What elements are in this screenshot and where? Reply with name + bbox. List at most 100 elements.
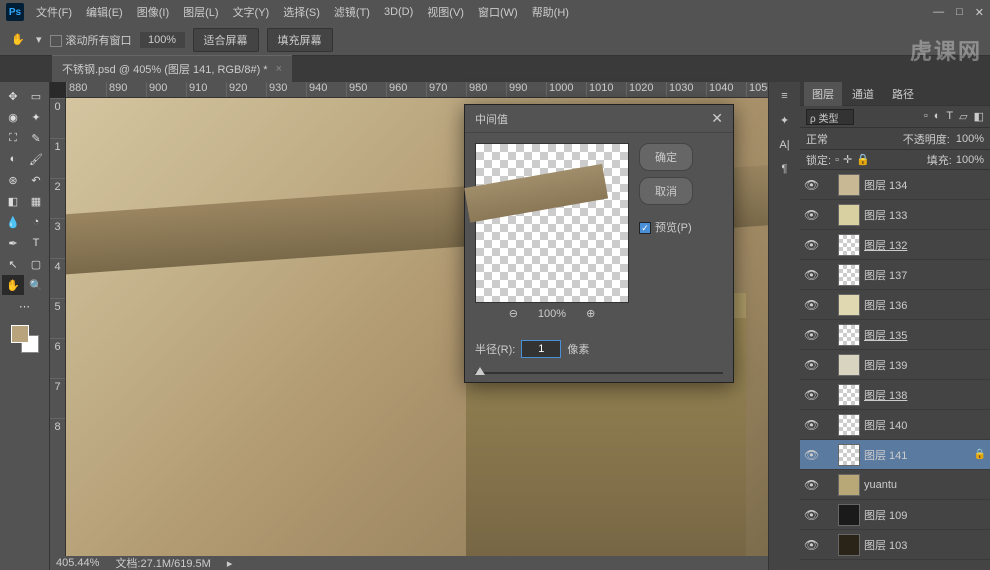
history-icon[interactable]: ≡: [781, 90, 787, 102]
document-tab[interactable]: 不锈钢.psd @ 405% (图层 141, RGB/8#) * ×: [52, 55, 292, 82]
menu-file[interactable]: 文件(F): [30, 2, 78, 22]
tab-close-icon[interactable]: ×: [276, 63, 282, 75]
move-tool[interactable]: ✥: [2, 86, 24, 106]
pen-tool[interactable]: ✒: [2, 233, 24, 253]
menu-3d[interactable]: 3D(D): [378, 4, 419, 20]
menu-select[interactable]: 选择(S): [277, 2, 326, 22]
stamp-tool[interactable]: ⊛: [2, 170, 24, 190]
layer-row[interactable]: 👁图层 141🔒: [800, 440, 990, 470]
visibility-icon[interactable]: 👁: [804, 418, 818, 432]
visibility-icon[interactable]: 👁: [804, 328, 818, 342]
visibility-icon[interactable]: 👁: [804, 358, 818, 372]
filter-type-icon[interactable]: T: [946, 110, 953, 123]
lock-pixels-icon[interactable]: ▫: [835, 154, 839, 166]
visibility-icon[interactable]: 👁: [804, 538, 818, 552]
close-icon[interactable]: ✕: [975, 6, 984, 19]
filter-adjust-icon[interactable]: ◐: [934, 110, 941, 123]
path-tool[interactable]: ↖: [2, 254, 24, 274]
crop-tool[interactable]: ⛶: [2, 128, 24, 148]
layer-row[interactable]: 👁图层 109: [800, 500, 990, 530]
fill-value[interactable]: 100%: [956, 154, 984, 166]
history-brush-tool[interactable]: ↶: [25, 170, 47, 190]
tab-channels[interactable]: 通道: [844, 82, 882, 106]
filter-shape-icon[interactable]: ▱: [959, 110, 967, 123]
dialog-preview[interactable]: [475, 143, 629, 303]
scroll-all-checkbox[interactable]: 滚动所有窗口: [50, 32, 132, 48]
paragraph-icon[interactable]: ¶: [782, 163, 788, 175]
ok-button[interactable]: 确定: [639, 143, 693, 171]
zoom-in-icon[interactable]: ⊕: [586, 307, 595, 320]
marquee-tool[interactable]: ▭: [25, 86, 47, 106]
cancel-button[interactable]: 取消: [639, 177, 693, 205]
menu-window[interactable]: 窗口(W): [472, 2, 524, 22]
color-swatch[interactable]: [11, 325, 39, 353]
menu-image[interactable]: 图像(I): [131, 2, 175, 22]
menu-help[interactable]: 帮助(H): [526, 2, 575, 22]
layer-row[interactable]: 👁yuantu: [800, 470, 990, 500]
layer-row[interactable]: 👁图层 137: [800, 260, 990, 290]
blend-mode-select[interactable]: 正常: [806, 131, 828, 147]
glyph-icon[interactable]: ✦: [780, 114, 789, 127]
layer-row[interactable]: 👁图层 134: [800, 170, 990, 200]
menu-type[interactable]: 文字(Y): [227, 2, 276, 22]
blur-tool[interactable]: 💧: [2, 212, 24, 232]
preview-checkbox[interactable]: ✓预览(P): [639, 219, 693, 235]
layer-row[interactable]: 👁图层 132: [800, 230, 990, 260]
eraser-tool[interactable]: ◧: [2, 191, 24, 211]
layer-row[interactable]: 👁图层 140: [800, 410, 990, 440]
visibility-icon[interactable]: 👁: [804, 508, 818, 522]
visibility-icon[interactable]: 👁: [804, 238, 818, 252]
chevron-down-icon[interactable]: ▾: [36, 33, 42, 46]
menu-layer[interactable]: 图层(L): [177, 2, 224, 22]
visibility-icon[interactable]: 👁: [804, 268, 818, 282]
visibility-icon[interactable]: 👁: [804, 178, 818, 192]
radius-input[interactable]: [521, 340, 561, 358]
radius-slider[interactable]: [465, 364, 733, 382]
zoom-tool[interactable]: 🔍: [25, 275, 47, 295]
zoom-out-icon[interactable]: ⊖: [509, 307, 518, 320]
layer-row[interactable]: 👁图层 136: [800, 290, 990, 320]
layer-row[interactable]: 👁图层 138: [800, 380, 990, 410]
heal-tool[interactable]: ◐: [2, 149, 24, 169]
fill-screen-button[interactable]: 填充屏幕: [267, 28, 333, 52]
fit-screen-button[interactable]: 适合屏幕: [193, 28, 259, 52]
dialog-close-icon[interactable]: ✕: [711, 110, 723, 127]
layer-row[interactable]: 👁图层 133: [800, 200, 990, 230]
status-zoom[interactable]: 405.44%: [56, 557, 99, 569]
lock-all-icon[interactable]: 🔒: [856, 153, 870, 166]
layer-row[interactable]: 👁图层 139: [800, 350, 990, 380]
layer-row[interactable]: 👁图层 135: [800, 320, 990, 350]
opacity-value[interactable]: 100%: [956, 133, 984, 145]
visibility-icon[interactable]: 👁: [804, 298, 818, 312]
layer-filter-input[interactable]: ρ 类型: [806, 109, 854, 125]
visibility-icon[interactable]: 👁: [804, 208, 818, 222]
character-icon[interactable]: A|: [779, 139, 789, 151]
minimize-icon[interactable]: —: [933, 6, 944, 19]
brush-tool[interactable]: 🖌: [25, 149, 47, 169]
visibility-icon[interactable]: 👁: [804, 478, 818, 492]
shape-tool[interactable]: ▢: [25, 254, 47, 274]
hand-tool-icon: ✋: [8, 32, 28, 48]
tab-paths[interactable]: 路径: [884, 82, 922, 106]
visibility-icon[interactable]: 👁: [804, 388, 818, 402]
zoom-value[interactable]: 100%: [140, 32, 185, 48]
layer-row[interactable]: 👁图层 103: [800, 530, 990, 560]
menu-view[interactable]: 视图(V): [421, 2, 470, 22]
maximize-icon[interactable]: □: [956, 6, 963, 19]
filter-image-icon[interactable]: ▫: [924, 110, 928, 123]
status-arrow-icon[interactable]: ▸: [227, 557, 233, 570]
dodge-tool[interactable]: ◔: [25, 212, 47, 232]
filter-smart-icon[interactable]: ◧: [974, 110, 984, 123]
visibility-icon[interactable]: 👁: [804, 448, 818, 462]
menu-edit[interactable]: 编辑(E): [80, 2, 129, 22]
lock-position-icon[interactable]: ✛: [843, 153, 852, 166]
type-tool[interactable]: T: [25, 233, 47, 253]
gradient-tool[interactable]: ▦: [25, 191, 47, 211]
tab-layers[interactable]: 图层: [804, 82, 842, 106]
eyedropper-tool[interactable]: ✎: [25, 128, 47, 148]
wand-tool[interactable]: ✦: [25, 107, 47, 127]
menu-filter[interactable]: 滤镜(T): [328, 2, 376, 22]
lasso-tool[interactable]: ◉: [2, 107, 24, 127]
hand-tool[interactable]: ✋: [2, 275, 24, 295]
more-tools[interactable]: ⋯: [14, 296, 36, 316]
